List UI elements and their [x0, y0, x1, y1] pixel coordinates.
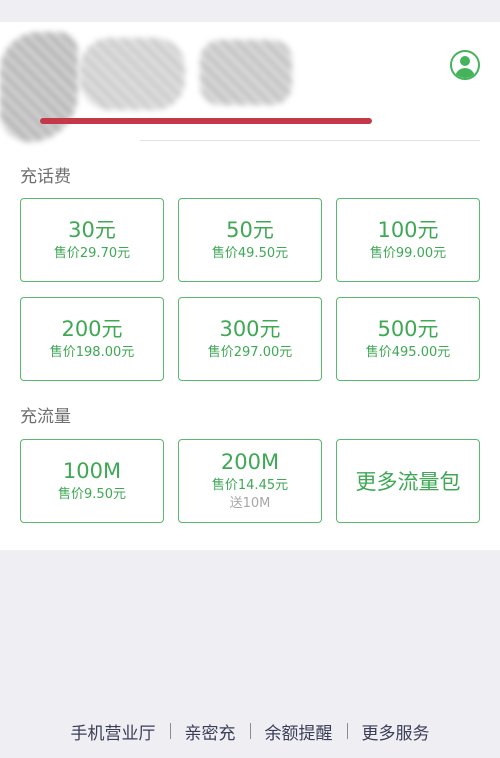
nav-separator [249, 723, 251, 739]
option-amount: 30元 [68, 218, 116, 242]
nav-separator [169, 723, 171, 739]
account-header [0, 22, 500, 142]
redacted-blur [80, 38, 185, 110]
option-amount: 500元 [377, 317, 439, 341]
option-price: 售价14.45元 [211, 478, 289, 493]
avatar-body [455, 68, 475, 78]
option-amount: 50元 [226, 218, 274, 242]
header-divider [140, 140, 480, 141]
option-price: 售价297.00元 [207, 345, 293, 360]
data-option-100m[interactable]: 100M 售价9.50元 [20, 439, 164, 523]
option-bonus: 送10M [229, 496, 271, 511]
option-amount: 300元 [219, 317, 281, 341]
bottom-nav: 手机营业厅 亲密充 余额提醒 更多服务 [0, 716, 500, 746]
option-price: 售价9.50元 [58, 487, 126, 502]
redacted-blur [200, 40, 292, 105]
recharge-option-300[interactable]: 300元 售价297.00元 [178, 297, 322, 381]
recharge-option-500[interactable]: 500元 售价495.00元 [336, 297, 480, 381]
option-amount: 100M [62, 459, 122, 483]
data-option-200m[interactable]: 200M 售价14.45元 送10M [178, 439, 322, 523]
recharge-option-30[interactable]: 30元 售价29.70元 [20, 198, 164, 282]
recharge-section-title: 充话费 [20, 167, 71, 187]
option-amount: 100元 [377, 218, 439, 242]
option-price: 售价29.70元 [53, 246, 131, 261]
redaction-line [40, 118, 372, 124]
data-section-title: 充流量 [20, 407, 71, 427]
main-card: 充话费 30元 售价29.70元 50元 售价49.50元 100元 售价99.… [0, 22, 500, 550]
user-avatar-icon[interactable] [450, 50, 480, 80]
more-data-packages-button[interactable]: 更多流量包 [336, 439, 480, 523]
option-price: 售价495.00元 [365, 345, 451, 360]
option-price: 售价198.00元 [49, 345, 135, 360]
nav-mobile-hall[interactable]: 手机营业厅 [71, 719, 156, 744]
avatar-head [460, 56, 470, 66]
nav-more-services[interactable]: 更多服务 [362, 719, 430, 744]
recharge-option-200[interactable]: 200元 售价198.00元 [20, 297, 164, 381]
recharge-option-100[interactable]: 100元 售价99.00元 [336, 198, 480, 282]
option-price: 售价49.50元 [211, 246, 289, 261]
option-amount: 200元 [61, 317, 123, 341]
redacted-blur [0, 32, 78, 142]
top-strip [0, 0, 500, 22]
option-amount: 200M [220, 450, 280, 474]
nav-family-recharge[interactable]: 亲密充 [185, 719, 236, 744]
nav-separator [346, 723, 348, 739]
more-data-label: 更多流量包 [355, 470, 461, 494]
recharge-option-50[interactable]: 50元 售价49.50元 [178, 198, 322, 282]
option-price: 售价99.00元 [369, 246, 447, 261]
nav-balance-reminder[interactable]: 余额提醒 [265, 719, 333, 744]
